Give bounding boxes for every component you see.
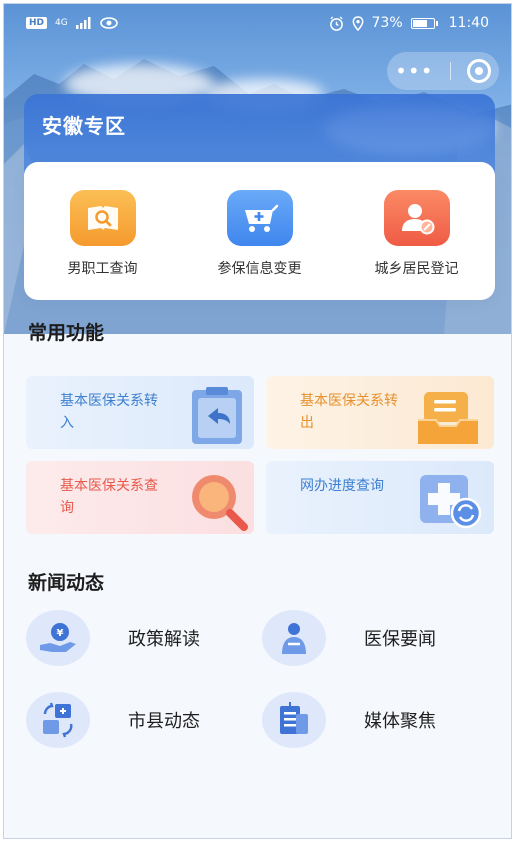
refresh-grid-icon bbox=[26, 692, 90, 748]
app-frame: HD 4G 73% 11:40 ••• 安徽专区 男职工查询 参保信息变更 城乡… bbox=[3, 3, 512, 839]
news-item-label: 媒体聚焦 bbox=[364, 711, 436, 732]
news-item-label: 政策解读 bbox=[128, 629, 200, 650]
svg-text:¥: ¥ bbox=[57, 628, 64, 639]
clipboard-return-icon bbox=[192, 387, 242, 444]
status-bar: HD 4G 73% 11:40 bbox=[4, 4, 511, 42]
news-item-policy[interactable]: ¥ 政策解读 bbox=[26, 610, 200, 666]
news-section-title: 新闻动态 bbox=[28, 572, 105, 594]
tray-out-icon bbox=[418, 392, 478, 444]
battery-icon bbox=[410, 17, 438, 29]
network-type: 4G bbox=[55, 17, 68, 28]
quick-action-label: 城乡居民登记 bbox=[374, 261, 459, 277]
alarm-icon bbox=[329, 15, 343, 31]
person-shield-icon bbox=[262, 610, 326, 666]
news-item-media[interactable]: 媒体聚焦 bbox=[262, 692, 436, 748]
tile-progress-query[interactable]: 网办进度查询 bbox=[266, 461, 494, 534]
magnifier-icon bbox=[192, 475, 248, 531]
hand-coin-icon: ¥ bbox=[26, 610, 90, 666]
target-close-icon[interactable] bbox=[466, 59, 491, 83]
hd-badge: HD bbox=[26, 17, 48, 29]
location-icon bbox=[352, 15, 363, 31]
quick-action-male-employee-query[interactable]: 男职工查询 bbox=[33, 190, 173, 278]
tile-label: 基本医保关系转入 bbox=[60, 393, 158, 431]
medical-progress-icon bbox=[420, 475, 482, 529]
tile-transfer-in[interactable]: 基本医保关系转入 bbox=[26, 376, 254, 449]
tile-label: 基本医保关系查询 bbox=[60, 478, 158, 516]
capsule-divider bbox=[449, 62, 451, 80]
eye-icon bbox=[99, 17, 118, 29]
tile-relation-query[interactable]: 基本医保关系查询 bbox=[26, 461, 254, 534]
battery-level-fill bbox=[412, 19, 427, 27]
zone-title: 安徽专区 bbox=[42, 114, 126, 138]
tile-label: 基本医保关系转出 bbox=[300, 393, 398, 431]
clock: 11:40 bbox=[448, 15, 489, 31]
news-item-local[interactable]: 市县动态 bbox=[26, 692, 200, 748]
news-item-label: 医保要闻 bbox=[364, 629, 436, 650]
quick-action-label: 男职工查询 bbox=[67, 261, 138, 277]
quick-actions-card: 男职工查询 参保信息变更 城乡居民登记 bbox=[24, 162, 495, 300]
news-item-headlines[interactable]: 医保要闻 bbox=[262, 610, 436, 666]
tile-transfer-out[interactable]: 基本医保关系转出 bbox=[266, 376, 494, 449]
document-building-icon bbox=[262, 692, 326, 748]
person-edit-icon bbox=[383, 190, 450, 246]
mini-program-capsule: ••• bbox=[387, 52, 499, 90]
signal-icon bbox=[75, 17, 91, 29]
tile-label: 网办进度查询 bbox=[300, 478, 384, 494]
hospital-cart-icon bbox=[226, 190, 293, 246]
common-functions-title: 常用功能 bbox=[28, 322, 105, 344]
quick-action-insurance-info-change[interactable]: 参保信息变更 bbox=[190, 190, 330, 278]
quick-action-label: 参保信息变更 bbox=[217, 261, 302, 277]
news-item-label: 市县动态 bbox=[128, 711, 200, 732]
search-document-icon bbox=[69, 190, 136, 246]
quick-action-resident-registration[interactable]: 城乡居民登记 bbox=[347, 190, 487, 278]
battery-percent: 73% bbox=[371, 15, 403, 31]
more-dots-icon[interactable]: ••• bbox=[395, 61, 433, 81]
